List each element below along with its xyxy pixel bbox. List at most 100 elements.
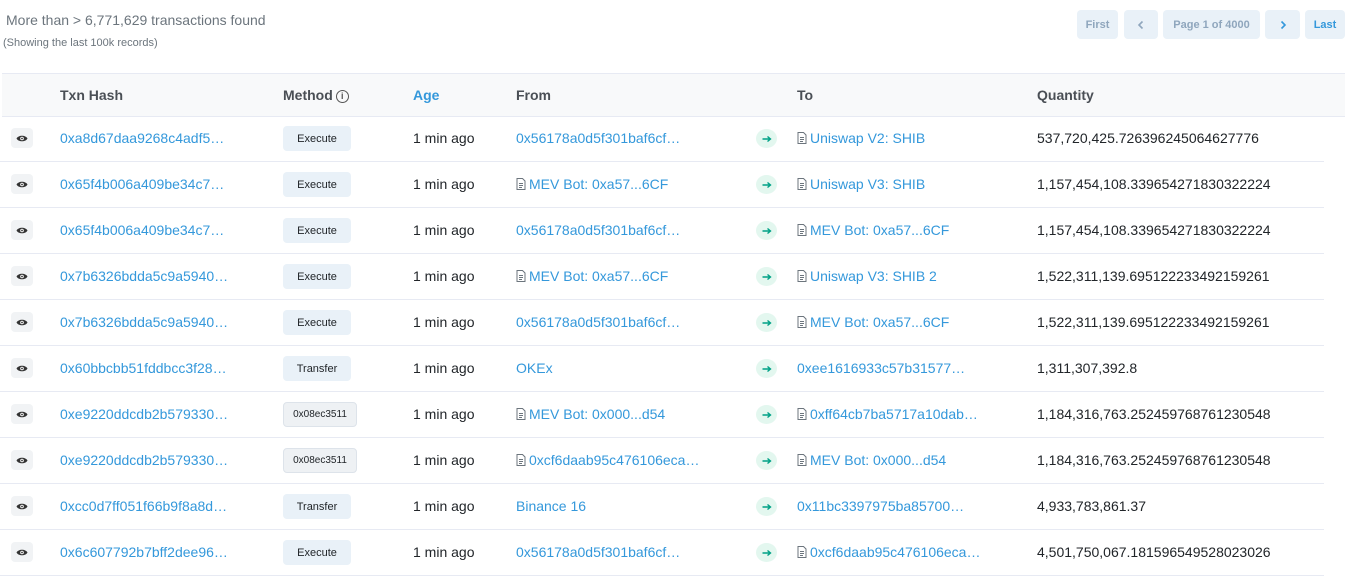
from-address-link[interactable]: Binance 16 xyxy=(516,498,586,514)
txn-age: 1 min ago xyxy=(413,176,475,192)
txn-hash-link[interactable]: 0xcc0d7ff051f66b9f8a8d… xyxy=(60,498,227,514)
preview-button[interactable] xyxy=(11,220,33,240)
from-address-link[interactable]: 0x56178a0d5f301baf6cf… xyxy=(516,222,680,238)
to-address-link[interactable]: 0xee1616933c57b31577… xyxy=(797,360,965,376)
to-address-label: 0x11bc3397975ba85700… xyxy=(797,498,965,514)
info-circle-icon[interactable]: i xyxy=(335,90,349,103)
method-badge: Execute xyxy=(283,172,351,197)
from-address-label: Binance 16 xyxy=(516,498,587,514)
file-icon xyxy=(516,270,526,282)
arrow-right-icon xyxy=(756,267,777,286)
txn-age: 1 min ago xyxy=(413,268,475,284)
from-address-label: 0x56178a0d5f301baf6cf… xyxy=(516,544,681,560)
to-address-label: Uniswap V3: SHIB 2 xyxy=(810,268,937,284)
preview-button[interactable] xyxy=(11,358,33,378)
table-row: 0x6c607792b7bff2dee96… Execute 1 min ago 0x… xyxy=(0,530,1324,576)
to-address-label: Uniswap V2: SHIB xyxy=(810,130,926,146)
to-address-link[interactable]: Uniswap V3: SHIB xyxy=(797,176,925,192)
from-address-link[interactable]: 0x56178a0d5f301baf6cf… xyxy=(516,130,680,146)
preview-button[interactable] xyxy=(11,542,33,562)
eye-icon xyxy=(16,457,28,463)
to-address-link[interactable]: 0xcf6daab95c476106eca… xyxy=(797,544,980,560)
txn-hash-link[interactable]: 0xe9220ddcdb2b579330… xyxy=(60,406,228,422)
from-address-label: 0xcf6daab95c476106eca… xyxy=(529,452,700,468)
quantity-value: 1,157,454,108.339654271830322224 xyxy=(1037,176,1271,192)
to-address-link[interactable]: MEV Bot: 0x000...d54 xyxy=(797,452,946,468)
to-address-link[interactable]: 0x11bc3397975ba85700… xyxy=(797,498,964,514)
preview-button[interactable] xyxy=(11,174,33,194)
header-to: To xyxy=(797,87,814,103)
txn-age: 1 min ago xyxy=(413,314,475,330)
quantity-value: 1,184,316,763.252459768761230548 xyxy=(1037,452,1271,468)
preview-button[interactable] xyxy=(11,312,33,332)
method-badge: Execute xyxy=(283,126,351,151)
txn-hash-link[interactable]: 0x65f4b006a409be34c7… xyxy=(60,222,224,238)
txn-hash-link[interactable]: 0x7b6326bdda5c9a5940… xyxy=(60,268,228,284)
txn-hash-link[interactable]: 0x6c607792b7bff2dee96… xyxy=(60,544,228,560)
file-icon xyxy=(797,316,807,328)
to-address-link[interactable]: Uniswap V2: SHIB xyxy=(797,130,925,146)
arrow-right-icon xyxy=(756,405,777,424)
from-address-link[interactable]: MEV Bot: 0x000...d54 xyxy=(516,406,665,422)
page-indicator: Page 1 of 4000 xyxy=(1163,10,1260,39)
next-page-button[interactable] xyxy=(1265,10,1300,39)
txn-hash-link[interactable]: 0x65f4b006a409be34c7… xyxy=(60,176,224,192)
last-page-button[interactable]: Last xyxy=(1305,10,1345,39)
preview-button[interactable] xyxy=(11,404,33,424)
quantity-value: 4,933,783,861.37 xyxy=(1037,498,1146,514)
to-address-link[interactable]: MEV Bot: 0xa57...6CF xyxy=(797,222,949,238)
arrow-right-icon xyxy=(756,221,777,240)
file-icon xyxy=(797,270,807,282)
to-address-link[interactable]: 0xff64cb7ba5717a10dab… xyxy=(797,406,978,422)
method-badge: Execute xyxy=(283,310,351,335)
from-address-link[interactable]: 0x56178a0d5f301baf6cf… xyxy=(516,544,680,560)
to-address-label: 0xee1616933c57b31577… xyxy=(797,360,966,376)
from-address-label: 0x56178a0d5f301baf6cf… xyxy=(516,130,681,146)
table-row: 0xe9220ddcdb2b579330… 0x08ec3511 1 min ago… xyxy=(0,392,1324,438)
quantity-value: 1,311,307,392.8 xyxy=(1037,360,1138,376)
preview-button[interactable] xyxy=(11,266,33,286)
preview-button[interactable] xyxy=(11,496,33,516)
table-row: 0x7b6326bdda5c9a5940… Execute 1 min ago 0x5… xyxy=(0,300,1324,346)
transactions-table-body: 0xa8d67daa9268c4adf5… Execute 1 min ago 0x5… xyxy=(0,116,1324,576)
txn-hash-link[interactable]: 0xe9220ddcdb2b579330… xyxy=(60,452,228,468)
file-icon xyxy=(797,178,807,190)
to-address-link[interactable]: Uniswap V3: SHIB 2 xyxy=(797,268,937,284)
txn-age: 1 min ago xyxy=(413,222,475,238)
from-address-link[interactable]: OKEx xyxy=(516,360,553,376)
quantity-value: 1,522,311,139.695122233492159261 xyxy=(1037,314,1270,330)
table-row: 0x65f4b006a409be34c7… Execute 1 min ago 0x5… xyxy=(0,208,1324,254)
previous-page-button[interactable] xyxy=(1124,10,1158,39)
from-address-link[interactable]: MEV Bot: 0xa57...6CF xyxy=(516,176,668,192)
to-address-label: Uniswap V3: SHIB xyxy=(810,176,926,192)
txn-hash-link[interactable]: 0xa8d67daa9268c4adf5… xyxy=(60,130,224,146)
header-from: From xyxy=(516,87,551,103)
txn-age: 1 min ago xyxy=(413,498,475,514)
header-method: Method i xyxy=(283,87,349,103)
eye-icon xyxy=(16,365,28,371)
file-icon xyxy=(797,224,807,236)
arrow-right-icon xyxy=(756,497,777,516)
to-address-link[interactable]: MEV Bot: 0xa57...6CF xyxy=(797,314,949,330)
arrow-right-icon xyxy=(756,359,777,378)
header-quantity: Quantity xyxy=(1037,87,1094,103)
preview-button[interactable] xyxy=(11,450,33,470)
table-row: 0x60bbcbb51fddbcc3f28… Transfer 1 min ago O… xyxy=(0,346,1324,392)
from-address-link[interactable]: 0xcf6daab95c476106eca… xyxy=(516,452,699,468)
txn-hash-link[interactable]: 0x60bbcbb51fddbcc3f28… xyxy=(60,360,227,376)
table-row: 0x65f4b006a409be34c7… Execute 1 min ago MEV… xyxy=(0,162,1324,208)
quantity-value: 1,157,454,108.339654271830322224 xyxy=(1037,222,1271,238)
from-address-link[interactable]: 0x56178a0d5f301baf6cf… xyxy=(516,314,680,330)
arrow-right-icon xyxy=(756,451,777,470)
first-page-button[interactable]: First xyxy=(1077,10,1118,39)
table-row: 0x7b6326bdda5c9a5940… Execute 1 min ago MEV… xyxy=(0,254,1324,300)
quantity-value: 1,184,316,763.252459768761230548 xyxy=(1037,406,1271,422)
method-badge: 0x08ec3511 xyxy=(283,448,357,473)
preview-button[interactable] xyxy=(11,128,33,148)
arrow-right-icon xyxy=(756,175,777,194)
txn-age: 1 min ago xyxy=(413,360,475,376)
txn-age: 1 min ago xyxy=(413,130,475,146)
txn-hash-link[interactable]: 0x7b6326bdda5c9a5940… xyxy=(60,314,228,330)
header-age[interactable]: Age xyxy=(413,87,439,103)
from-address-link[interactable]: MEV Bot: 0xa57...6CF xyxy=(516,268,668,284)
